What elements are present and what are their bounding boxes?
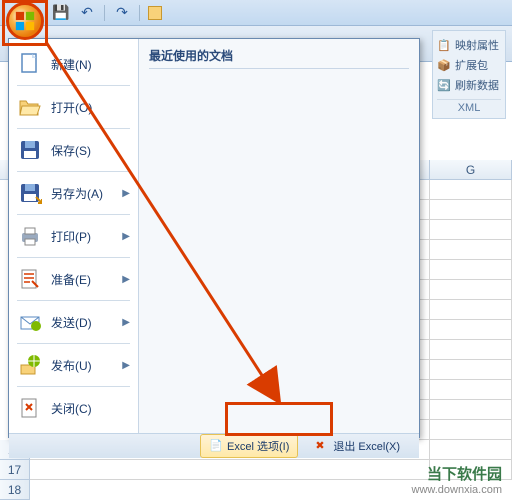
menu-send[interactable]: 发送(D) ▶ — [13, 303, 134, 341]
menu-publish-label: 发布(U) — [51, 357, 92, 374]
expand-pack-button[interactable]: 📦 扩展包 — [437, 55, 501, 75]
qat-separator — [139, 5, 140, 21]
watermark-name: 当下软件园 — [412, 463, 502, 484]
menu-save-label: 保存(S) — [51, 142, 91, 159]
menu-publish[interactable]: 发布(U) ▶ — [13, 346, 134, 384]
chevron-right-icon: ▶ — [122, 188, 130, 199]
qat-separator — [104, 5, 105, 21]
menu-left-column: 新建(N) 打开(O) 保存(S) 另存为(A) ▶ 打印(P) — [9, 39, 139, 433]
titlebar: 💾 ↶ ↷ — [0, 0, 512, 26]
excel-options-label: Excel 选项(I) — [227, 438, 289, 454]
menu-prepare-label: 准备(E) — [51, 271, 91, 288]
office-menu: 新建(N) 打开(O) 保存(S) 另存为(A) ▶ 打印(P) — [8, 38, 420, 438]
chevron-right-icon: ▶ — [122, 317, 130, 328]
refresh-data-label: 刷新数据 — [455, 77, 499, 93]
menu-print[interactable]: 打印(P) ▶ — [13, 217, 134, 255]
annotation-box-options — [225, 402, 333, 436]
recent-documents-panel: 最近使用的文档 — [139, 39, 419, 433]
chevron-right-icon: ▶ — [122, 274, 130, 285]
exit-excel-button[interactable]: ✖ 退出 Excel(X) — [306, 434, 409, 458]
printer-icon — [17, 223, 43, 249]
map-properties-label: 映射属性 — [455, 37, 499, 53]
open-folder-icon — [17, 94, 43, 120]
close-file-icon — [17, 395, 43, 421]
menu-send-label: 发送(D) — [51, 314, 92, 331]
xml-group-label: XML — [437, 99, 501, 114]
send-mail-icon — [17, 309, 43, 335]
refresh-data-button[interactable]: 🔄 刷新数据 — [437, 75, 501, 95]
refresh-icon: 🔄 — [437, 78, 451, 92]
menu-close[interactable]: 关闭(C) — [13, 389, 134, 427]
chevron-right-icon: ▶ — [122, 360, 130, 371]
menu-new[interactable]: 新建(N) — [13, 45, 134, 83]
menu-open[interactable]: 打开(O) — [13, 88, 134, 126]
options-icon: 📄 — [209, 439, 223, 453]
menu-print-label: 打印(P) — [51, 228, 91, 245]
exit-excel-label: 退出 Excel(X) — [333, 438, 400, 454]
save-disk-icon — [17, 137, 43, 163]
office-button[interactable] — [6, 2, 44, 40]
new-file-icon — [17, 51, 43, 77]
recent-documents-title: 最近使用的文档 — [149, 47, 409, 69]
row-header-17[interactable]: 17 — [0, 460, 30, 480]
ribbon-xml-group: 📋 映射属性 📦 扩展包 🔄 刷新数据 XML — [432, 30, 506, 119]
watermark-url: www.downxia.com — [412, 484, 502, 496]
quick-access-toolbar: 💾 ↶ ↷ — [52, 4, 162, 22]
qat-more-icon[interactable] — [148, 6, 162, 20]
menu-open-label: 打开(O) — [51, 99, 92, 116]
chevron-right-icon: ▶ — [122, 231, 130, 242]
watermark: 当下软件园 www.downxia.com — [412, 463, 502, 496]
menu-new-label: 新建(N) — [51, 56, 92, 73]
save-as-icon — [17, 180, 43, 206]
prepare-icon — [17, 266, 43, 292]
exit-icon: ✖ — [315, 439, 329, 453]
publish-icon — [17, 352, 43, 378]
col-header-g[interactable]: G — [430, 160, 512, 179]
menu-close-label: 关闭(C) — [51, 400, 92, 417]
office-logo-icon — [14, 10, 36, 32]
menu-save-as-label: 另存为(A) — [51, 185, 103, 202]
menu-footer: 📄 Excel 选项(I) ✖ 退出 Excel(X) — [9, 433, 419, 458]
menu-prepare[interactable]: 准备(E) ▶ — [13, 260, 134, 298]
menu-save-as[interactable]: 另存为(A) ▶ — [13, 174, 134, 212]
redo-icon[interactable]: ↷ — [113, 4, 131, 22]
expand-pack-label: 扩展包 — [455, 57, 488, 73]
save-icon[interactable]: 💾 — [52, 4, 70, 22]
undo-icon[interactable]: ↶ — [78, 4, 96, 22]
map-properties-button[interactable]: 📋 映射属性 — [437, 35, 501, 55]
map-properties-icon: 📋 — [437, 38, 451, 52]
menu-save[interactable]: 保存(S) — [13, 131, 134, 169]
expand-pack-icon: 📦 — [437, 58, 451, 72]
excel-options-button[interactable]: 📄 Excel 选项(I) — [200, 434, 298, 458]
row-header-18[interactable]: 18 — [0, 480, 30, 500]
